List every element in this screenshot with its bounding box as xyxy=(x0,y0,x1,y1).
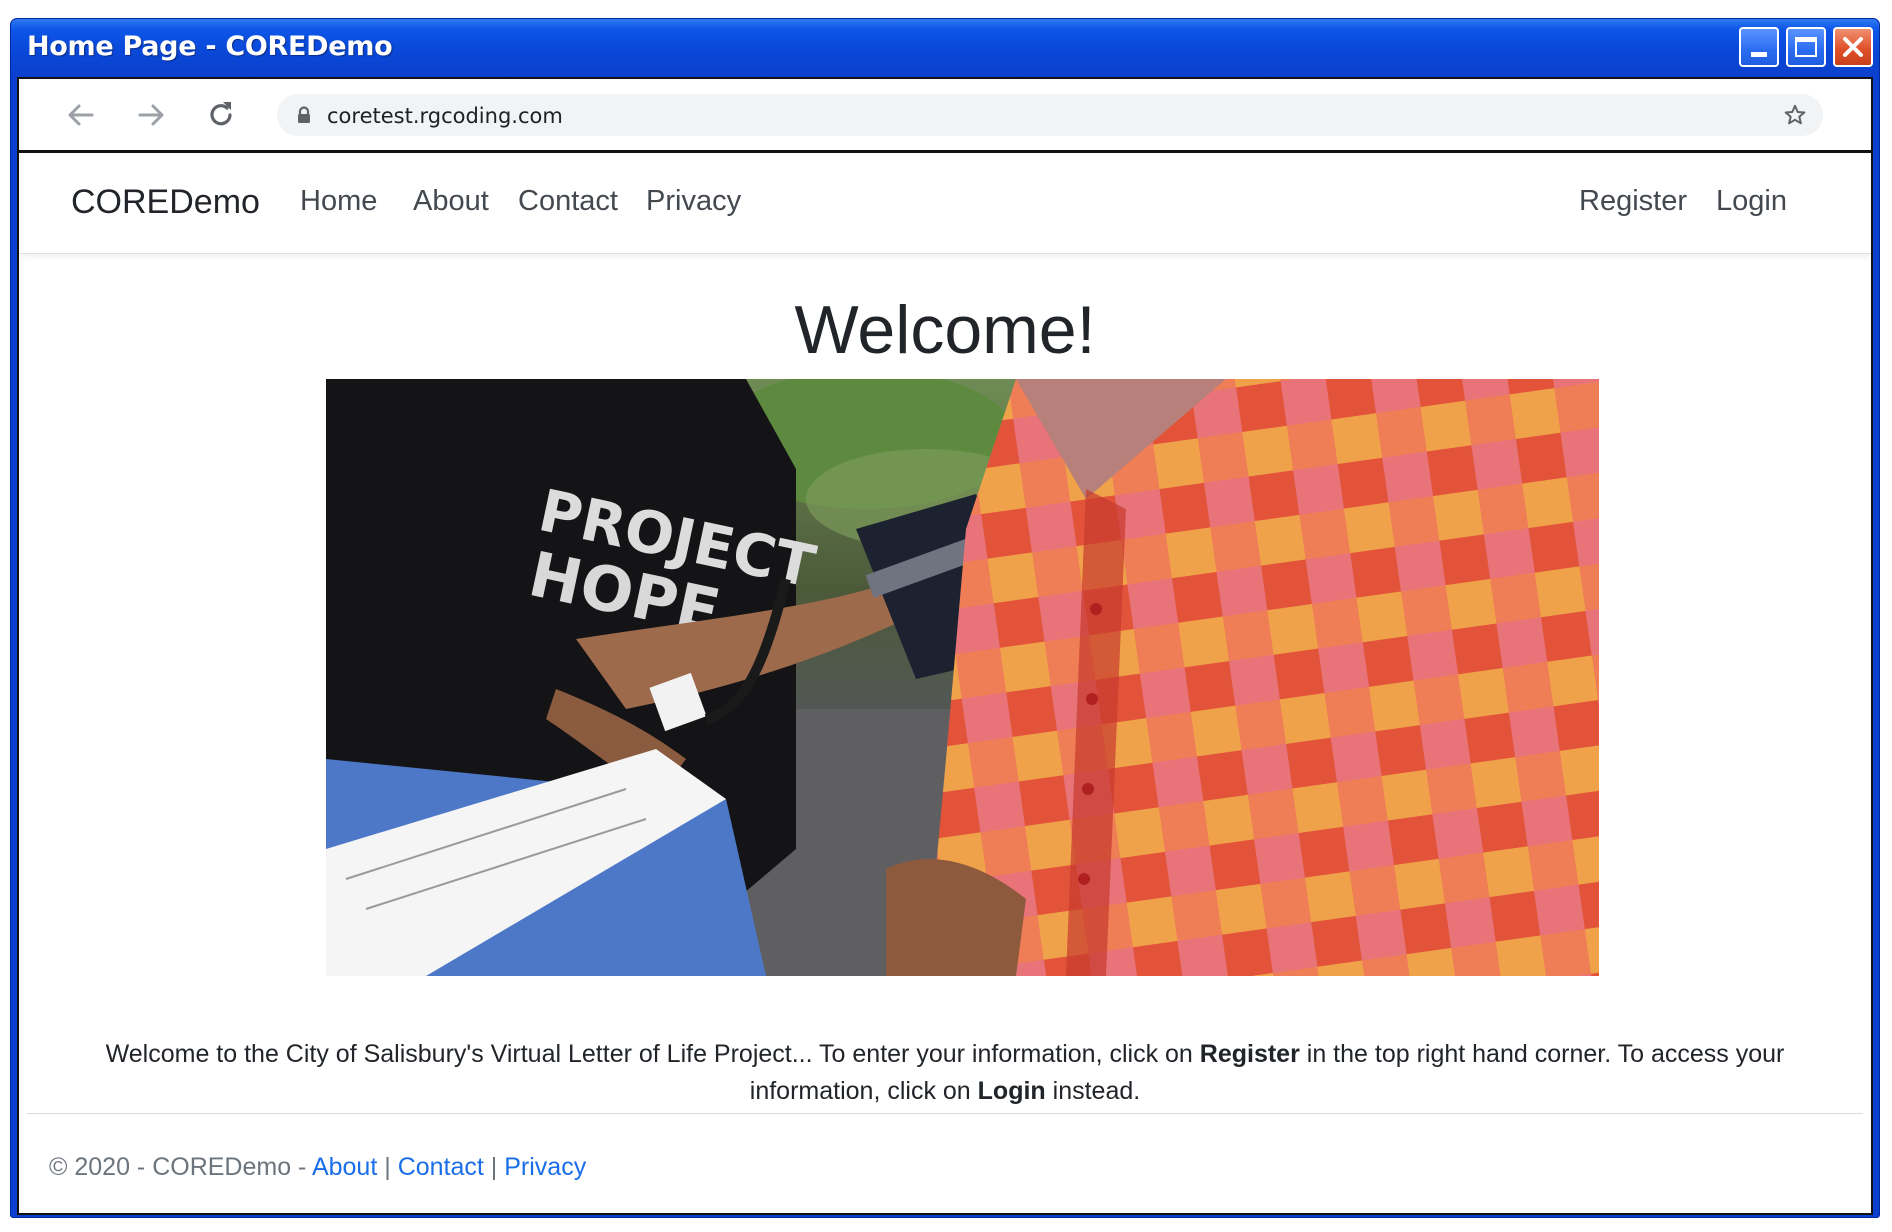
intro-text: Welcome to the City of Salisbury's Virtu… xyxy=(79,1036,1811,1110)
intro-register-emphasis: Register xyxy=(1199,1040,1300,1068)
close-icon xyxy=(1842,36,1864,58)
intro-login-emphasis: Login xyxy=(977,1077,1046,1105)
footer-divider xyxy=(27,1113,1863,1114)
address-bar[interactable]: coretest.rgcoding.com xyxy=(277,94,1823,136)
forward-button[interactable] xyxy=(133,97,169,133)
lock-icon xyxy=(298,106,310,123)
minimize-icon xyxy=(1751,51,1767,57)
intro-part-1: Welcome to the City of Salisbury's Virtu… xyxy=(105,1040,1200,1068)
minimize-button[interactable] xyxy=(1739,27,1779,67)
page-viewport: COREDemo Home About Contact Privacy Regi… xyxy=(17,153,1873,1215)
hero-image: PROJECT HOPE xyxy=(326,379,1599,976)
site-footer: © 2020 - COREDemo - About | Contact | Pr… xyxy=(49,1153,586,1182)
site-navbar: COREDemo Home About Contact Privacy Regi… xyxy=(19,153,1871,254)
maximize-button[interactable] xyxy=(1786,27,1826,67)
nav-link-contact[interactable]: Contact xyxy=(518,185,618,218)
nav-link-login[interactable]: Login xyxy=(1716,185,1787,218)
footer-copyright: © 2020 - COREDemo - xyxy=(49,1153,312,1181)
footer-separator: | xyxy=(377,1153,398,1181)
maximize-icon xyxy=(1795,37,1817,57)
reload-icon xyxy=(210,102,232,126)
back-arrow-icon xyxy=(68,104,94,126)
nav-link-home[interactable]: Home xyxy=(300,185,377,218)
nav-link-privacy[interactable]: Privacy xyxy=(646,185,741,218)
nav-link-about[interactable]: About xyxy=(413,185,489,218)
footer-separator: | xyxy=(483,1153,505,1181)
footer-link-contact[interactable]: Contact xyxy=(398,1153,484,1181)
footer-link-about[interactable]: About xyxy=(312,1153,377,1181)
window-title: Home Page - COREDemo xyxy=(27,31,393,62)
footer-link-privacy[interactable]: Privacy xyxy=(504,1153,586,1181)
browser-window: Home Page - COREDemo coretest.rgcoding.c… xyxy=(10,18,1880,1218)
forward-arrow-icon xyxy=(138,104,164,126)
site-brand[interactable]: COREDemo xyxy=(71,183,260,222)
nav-link-register[interactable]: Register xyxy=(1579,185,1687,218)
bookmark-star-icon[interactable] xyxy=(1783,103,1807,127)
url-text: coretest.rgcoding.com xyxy=(327,104,563,128)
page-heading: Welcome! xyxy=(794,292,1096,368)
title-bar[interactable]: Home Page - COREDemo xyxy=(11,19,1879,77)
browser-toolbar: coretest.rgcoding.com xyxy=(17,77,1873,153)
close-button[interactable] xyxy=(1833,27,1873,67)
intro-part-3: instead. xyxy=(1045,1077,1141,1105)
back-button[interactable] xyxy=(63,97,99,133)
reload-button[interactable] xyxy=(203,97,239,133)
